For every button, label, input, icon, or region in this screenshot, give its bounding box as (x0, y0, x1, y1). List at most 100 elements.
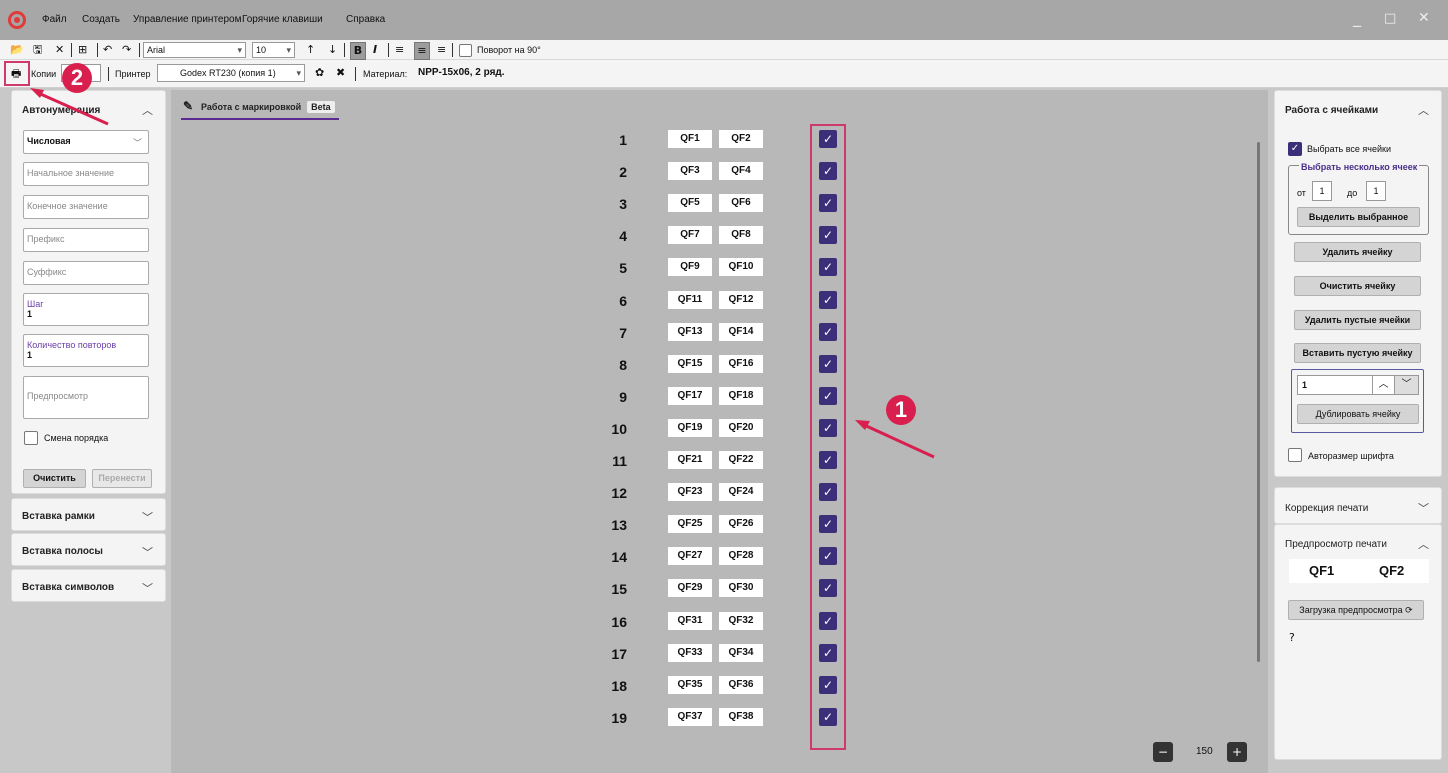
marking-cell[interactable]: QF15 (668, 354, 712, 373)
marking-cell[interactable]: QF4 (719, 162, 763, 181)
undo-icon[interactable]: ↶ (103, 42, 112, 58)
arrow-up-icon[interactable]: ↑ (306, 42, 315, 58)
marking-cell[interactable]: QF18 (719, 386, 763, 405)
marking-cell[interactable]: QF5 (668, 194, 712, 213)
menu-hotkeys[interactable]: Горячие клавиши (242, 14, 323, 25)
insert-empty-cell-button[interactable]: Вставить пустую ячейку (1294, 343, 1421, 363)
marking-cell[interactable]: QF37 (668, 707, 712, 726)
delete-icon[interactable]: ✕ (55, 42, 64, 58)
select-all-checkbox[interactable]: ✓ (1288, 142, 1302, 156)
marking-cell[interactable]: QF33 (668, 643, 712, 662)
marking-cell[interactable]: QF34 (719, 643, 763, 662)
marking-cell[interactable]: QF26 (719, 515, 763, 534)
strip-card[interactable]: Вставка полосы ﹀ (11, 533, 166, 566)
marking-cell[interactable]: QF35 (668, 675, 712, 694)
marking-cell[interactable]: QF7 (668, 226, 712, 245)
from-input[interactable]: 1 (1312, 181, 1332, 201)
menu-help[interactable]: Справка (346, 14, 385, 25)
redo-icon[interactable]: ↷ (122, 42, 131, 58)
marking-cell[interactable]: QF10 (719, 258, 763, 277)
align-left-icon[interactable]: ≡ (395, 42, 404, 58)
marking-cell[interactable]: QF19 (668, 418, 712, 437)
symbols-card[interactable]: Вставка символов ﹀ (11, 569, 166, 602)
help-icon[interactable]: ? (1289, 631, 1295, 644)
step-input[interactable]: Шаг 1 (23, 293, 149, 326)
marking-cell[interactable]: QF23 (668, 483, 712, 502)
marking-cell[interactable]: QF27 (668, 547, 712, 566)
zoom-in-icon[interactable]: + (1227, 742, 1247, 762)
menu-printer-management[interactable]: Управление принтером (133, 14, 241, 25)
cells-title[interactable]: Работа с ячейками (1285, 105, 1378, 116)
marking-cell[interactable]: QF11 (668, 290, 712, 309)
align-center-icon[interactable]: ≡ (414, 42, 430, 60)
increment-icon[interactable]: ︿ (1372, 376, 1394, 394)
marking-cell[interactable]: QF3 (668, 162, 712, 181)
prefix-input[interactable]: Префикс (23, 228, 149, 252)
maximize-button[interactable]: □ (1384, 11, 1396, 26)
autosize-font-checkbox[interactable] (1288, 448, 1302, 462)
font-family-select[interactable]: Arial ▾ (143, 42, 246, 58)
transfer-button[interactable]: Перенести (92, 469, 152, 488)
marking-cell[interactable]: QF1 (668, 130, 712, 148)
marking-cell[interactable]: QF2 (719, 130, 763, 148)
marking-cell[interactable]: QF31 (668, 611, 712, 630)
suffix-input[interactable]: Суффикс (23, 261, 149, 285)
menu-file[interactable]: Файл (42, 14, 67, 25)
delete-cell-button[interactable]: Удалить ячейку (1294, 242, 1421, 262)
marking-cell[interactable]: QF38 (719, 707, 763, 726)
save-icon[interactable]: 🖫 (33, 42, 42, 58)
table-icon[interactable]: ⊞ (78, 42, 87, 58)
chevron-up-icon[interactable]: ︿ (1418, 102, 1429, 118)
italic-button[interactable]: I (373, 42, 377, 58)
rotate-checkbox[interactable] (459, 44, 472, 57)
to-input[interactable]: 1 (1366, 181, 1386, 201)
zoom-out-icon[interactable]: − (1153, 742, 1173, 762)
font-size-select[interactable]: 10 ▾ (252, 42, 295, 58)
marking-cell[interactable]: QF8 (719, 226, 763, 245)
marking-cell[interactable]: QF25 (668, 515, 712, 534)
numbering-type-select[interactable]: Числовая ﹀ (23, 130, 149, 154)
marking-cell[interactable]: QF21 (668, 451, 712, 469)
close-button[interactable]: ✕ (1418, 10, 1430, 26)
marking-cell[interactable]: QF9 (668, 258, 712, 277)
marking-cell[interactable]: QF12 (719, 290, 763, 309)
clear-button[interactable]: Очистить (23, 469, 86, 488)
clear-cell-button[interactable]: Очистить ячейку (1294, 276, 1421, 296)
align-right-icon[interactable]: ≡ (437, 42, 446, 58)
reverse-order-checkbox[interactable] (24, 431, 38, 445)
load-preview-button[interactable]: Загрузка предпросмотра ⟳ (1288, 600, 1424, 620)
start-value-input[interactable]: Начальное значение (23, 162, 149, 186)
delete-empty-cells-button[interactable]: Удалить пустые ячейки (1294, 310, 1421, 330)
marking-cell[interactable]: QF32 (719, 611, 763, 630)
autonumber-title[interactable]: Автонумерация (22, 105, 100, 116)
minimize-button[interactable]: _ (1353, 8, 1361, 27)
duplicate-count-input[interactable]: 1 ︿ ﹀ (1297, 375, 1419, 395)
marking-cell[interactable]: QF29 (668, 579, 712, 598)
marking-cell[interactable]: QF24 (719, 483, 763, 502)
marking-cell[interactable]: QF17 (668, 386, 712, 405)
scrollbar[interactable] (1257, 142, 1260, 662)
tools-icon[interactable]: ✖ (336, 65, 345, 81)
marking-cell[interactable]: QF30 (719, 579, 763, 598)
decrement-icon[interactable]: ﹀ (1394, 376, 1418, 394)
marking-cell[interactable]: QF22 (719, 451, 763, 469)
highlight-selected-button[interactable]: Выделить выбранное (1297, 207, 1420, 227)
open-folder-icon[interactable]: 📂 (10, 42, 24, 58)
arrow-down-icon[interactable]: ↓ (328, 42, 337, 58)
end-value-input[interactable]: Конечное значение (23, 195, 149, 219)
chevron-up-icon[interactable]: ︿ (142, 102, 153, 118)
print-correction-card[interactable]: Коррекция печати ﹀ (1274, 487, 1442, 524)
marking-cell[interactable]: QF6 (719, 194, 763, 213)
printer-select[interactable]: Godex RT230 (копия 1) ▾ (157, 64, 305, 82)
chevron-up-icon[interactable]: ︿ (1418, 536, 1429, 552)
marking-cell[interactable]: QF16 (719, 354, 763, 373)
marking-cell[interactable]: QF13 (668, 322, 712, 341)
marking-cell[interactable]: QF14 (719, 322, 763, 341)
menu-create[interactable]: Создать (82, 14, 120, 25)
bold-button[interactable]: B (350, 42, 366, 60)
gear-icon[interactable]: ✿ (315, 65, 324, 81)
tab-marking[interactable]: ✎ Работа с маркировкой Beta (181, 96, 339, 120)
print-preview-title[interactable]: Предпросмотр печати (1285, 539, 1387, 550)
duplicate-cell-button[interactable]: Дублировать ячейку (1297, 404, 1419, 424)
marking-cell[interactable]: QF28 (719, 547, 763, 566)
